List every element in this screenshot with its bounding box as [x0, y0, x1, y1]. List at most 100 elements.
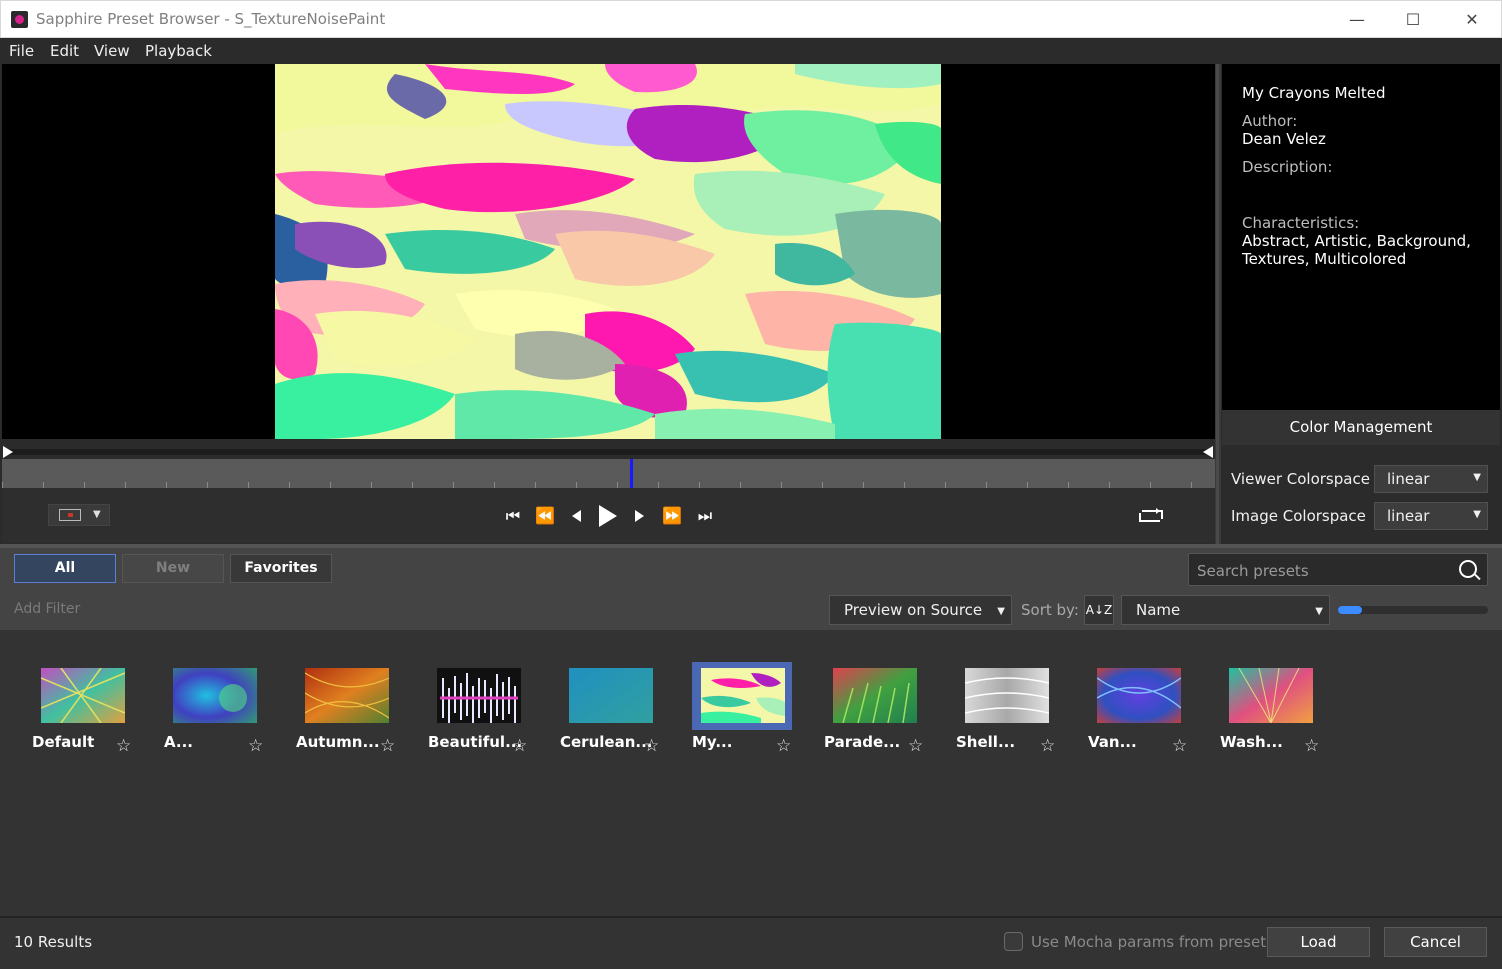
preset-thumbnail-frame	[428, 662, 528, 730]
search-placeholder: Search presets	[1197, 562, 1309, 580]
step-forward-button[interactable]	[626, 504, 654, 528]
mocha-params-checkbox[interactable]	[1004, 932, 1023, 951]
sort-field-dropdown[interactable]: Name ▼	[1121, 595, 1330, 625]
thumbnail-size-fill	[1338, 606, 1362, 614]
preset-info-panel: My Crayons Melted Author: Dean Velez Des…	[1222, 64, 1500, 410]
preset-thumbnail	[1229, 668, 1313, 723]
sort-field-value: Name	[1136, 601, 1181, 619]
preset-label: Wash...	[1220, 733, 1283, 751]
preset-name: My Crayons Melted	[1242, 84, 1386, 102]
menu-file[interactable]: File	[9, 42, 34, 60]
viewer-colorspace-select[interactable]: linear ▼	[1374, 465, 1488, 493]
preset-label: Parade...	[824, 733, 901, 751]
preset-thumbnail	[305, 668, 389, 723]
loop-icon[interactable]	[1136, 505, 1166, 527]
preset-preview-image	[275, 64, 941, 439]
preset-item-default[interactable]: Default ☆	[32, 662, 164, 762]
preset-thumbnail-frame	[164, 662, 264, 730]
maximize-button[interactable]: ☐	[1393, 7, 1433, 33]
menu-playback[interactable]: Playback	[145, 42, 212, 60]
rewind-button[interactable]: ⏪	[531, 504, 559, 528]
author-label: Author:	[1242, 112, 1298, 130]
preset-item-wash[interactable]: Wash... ☆	[1220, 662, 1352, 762]
mocha-params-label: Use Mocha params from preset	[1031, 933, 1267, 951]
sapphire-app-icon	[11, 11, 28, 28]
preset-item-autumn[interactable]: Autumn... ☆	[296, 662, 428, 762]
preset-item-shell[interactable]: Shell... ☆	[956, 662, 1088, 762]
preview-mode-dropdown[interactable]: Preview on Source ▼	[829, 595, 1012, 625]
load-button[interactable]: Load	[1267, 927, 1370, 957]
add-filter-field[interactable]: Add Filter	[14, 601, 80, 617]
preset-item-my-crayons-melted[interactable]: My... ☆	[692, 662, 824, 762]
minimize-button[interactable]: —	[1337, 7, 1377, 33]
menu-edit[interactable]: Edit	[50, 42, 79, 60]
preset-item-cerulean[interactable]: Cerulean... ☆	[560, 662, 692, 762]
image-colorspace-select[interactable]: linear ▼	[1374, 502, 1488, 530]
preview-mode-value: Preview on Source	[844, 601, 983, 619]
range-track[interactable]	[4, 449, 1209, 455]
chevron-down-icon: ▼	[1473, 472, 1481, 483]
preset-thumbnail-frame	[560, 662, 660, 730]
characteristics-label: Characteristics:	[1242, 214, 1360, 232]
timeline-ruler[interactable]	[2, 459, 1215, 488]
playhead[interactable]	[630, 459, 633, 488]
menu-bar: File Edit View Playback	[0, 38, 1502, 64]
preset-item-parade[interactable]: Parade... ☆	[824, 662, 956, 762]
range-end-handle[interactable]	[1203, 446, 1213, 458]
viewer-colorspace-label: Viewer Colorspace	[1231, 470, 1370, 488]
favorite-star-icon[interactable]: ☆	[1304, 736, 1319, 756]
preset-label: Van...	[1088, 733, 1137, 751]
description-value	[1242, 176, 1480, 204]
close-window-button[interactable]: ✕	[1452, 7, 1492, 33]
preset-thumbnail	[701, 668, 785, 723]
menu-view[interactable]: View	[94, 42, 130, 60]
preset-thumbnail-frame	[1220, 662, 1320, 730]
favorite-star-icon[interactable]: ☆	[512, 736, 527, 756]
preset-item-beautiful[interactable]: Beautiful... ☆	[428, 662, 560, 762]
vertical-splitter[interactable]	[1215, 64, 1221, 544]
favorite-star-icon[interactable]: ☆	[908, 736, 923, 756]
tab-favorites[interactable]: Favorites	[230, 554, 332, 583]
tab-all[interactable]: All	[14, 554, 116, 583]
results-count: 10 Results	[14, 933, 93, 951]
preset-item-a[interactable]: A... ☆	[164, 662, 296, 762]
preset-thumbnail-frame	[956, 662, 1056, 730]
preset-label: Cerulean...	[560, 733, 653, 751]
preview-viewer[interactable]	[2, 64, 1215, 439]
favorite-star-icon[interactable]: ☆	[380, 736, 395, 756]
preset-thumbnail	[437, 668, 521, 723]
go-to-start-button[interactable]: ⏮	[499, 504, 527, 528]
preset-label: My...	[692, 733, 733, 751]
favorite-star-icon[interactable]: ☆	[776, 736, 791, 756]
favorite-star-icon[interactable]: ☆	[116, 736, 131, 756]
favorite-star-icon[interactable]: ☆	[1172, 736, 1187, 756]
favorite-star-icon[interactable]: ☆	[644, 736, 659, 756]
image-colorspace-label: Image Colorspace	[1231, 507, 1366, 525]
preset-thumbnail-frame	[824, 662, 924, 730]
preset-thumbnail	[833, 668, 917, 723]
tab-new[interactable]: New	[122, 554, 224, 583]
preset-thumbnail	[569, 668, 653, 723]
search-icon[interactable]	[1459, 560, 1477, 578]
range-start-handle[interactable]	[3, 446, 13, 458]
author-value: Dean Velez	[1242, 130, 1326, 148]
sort-direction-button[interactable]: A↓Z	[1084, 595, 1114, 625]
preset-thumbnail-frame	[1088, 662, 1188, 730]
go-to-end-button[interactable]: ⏭	[691, 504, 719, 528]
preset-thumbnail-frame	[32, 662, 132, 730]
favorite-star-icon[interactable]: ☆	[1040, 736, 1055, 756]
monitor-icon	[59, 509, 81, 521]
preset-item-van[interactable]: Van... ☆	[1088, 662, 1220, 762]
favorite-star-icon[interactable]: ☆	[248, 736, 263, 756]
preset-label: A...	[164, 733, 193, 751]
fast-forward-button[interactable]: ⏩	[658, 504, 686, 528]
step-back-button[interactable]	[563, 504, 591, 528]
preset-thumbnail	[41, 668, 125, 723]
view-mode-dropdown[interactable]: ▼	[48, 504, 110, 526]
preset-thumbnail	[1097, 668, 1181, 723]
viewer-colorspace-value: linear	[1387, 470, 1430, 488]
preset-label: Shell...	[956, 733, 1016, 751]
search-input[interactable]: Search presets	[1188, 553, 1488, 586]
play-button[interactable]	[593, 504, 621, 528]
cancel-button[interactable]: Cancel	[1384, 927, 1487, 957]
